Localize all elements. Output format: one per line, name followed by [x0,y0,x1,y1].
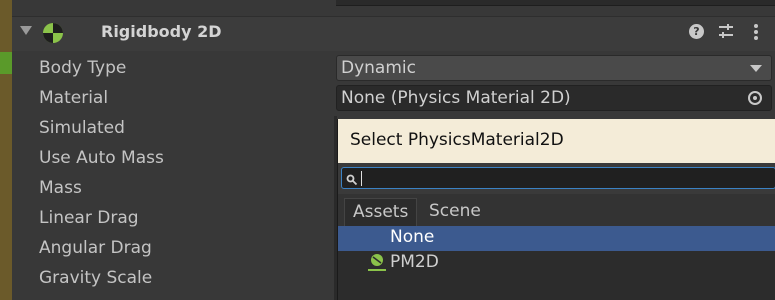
property-label-mass: Mass [39,178,82,198]
tab-assets[interactable]: Assets [344,198,418,226]
property-label-material: Material [39,88,109,108]
body-type-dropdown[interactable]: Dynamic [336,55,772,81]
previous-field-edge [336,0,775,6]
material-value: None (Physics Material 2D) [341,88,571,108]
property-label-simulated: Simulated [39,118,125,138]
context-menu-icon[interactable] [752,22,760,46]
text-cursor [361,171,362,186]
foldout-arrow-icon[interactable] [20,26,32,35]
property-label-linear-drag: Linear Drag [39,208,139,228]
rigidbody2d-component-icon [42,22,64,48]
search-icon [346,171,358,190]
material-object-field[interactable]: None (Physics Material 2D) [336,85,772,111]
component-title: Rigidbody 2D [101,22,222,41]
picker-title: Select PhysicsMaterial2D [338,119,775,163]
tab-scene[interactable]: Scene [421,198,489,226]
picker-item-label: None [390,227,435,247]
property-label-body-type: Body Type [39,58,127,78]
property-label-gravity-scale: Gravity Scale [39,268,153,288]
property-label-angular-drag: Angular Drag [39,238,152,258]
object-picker-popup[interactable]: Select PhysicsMaterial2D Assets Scene No… [337,119,775,300]
picker-item-label: PM2D [390,252,439,272]
body-type-value: Dynamic [341,58,416,78]
picker-search-input[interactable] [341,167,775,189]
help-icon[interactable]: ? [689,24,704,39]
picker-item-none[interactable]: None [338,226,775,251]
physics-material-2d-icon [366,252,388,279]
object-picker-icon[interactable] [748,91,762,105]
presets-icon[interactable] [717,22,735,44]
picker-tabs: Assets Scene [338,194,775,226]
picker-item-pm2d[interactable]: PM2D [338,251,775,276]
chevron-down-icon [750,65,762,72]
property-label-use-auto-mass: Use Auto Mass [39,148,164,168]
scene-edge-strip [0,0,12,300]
